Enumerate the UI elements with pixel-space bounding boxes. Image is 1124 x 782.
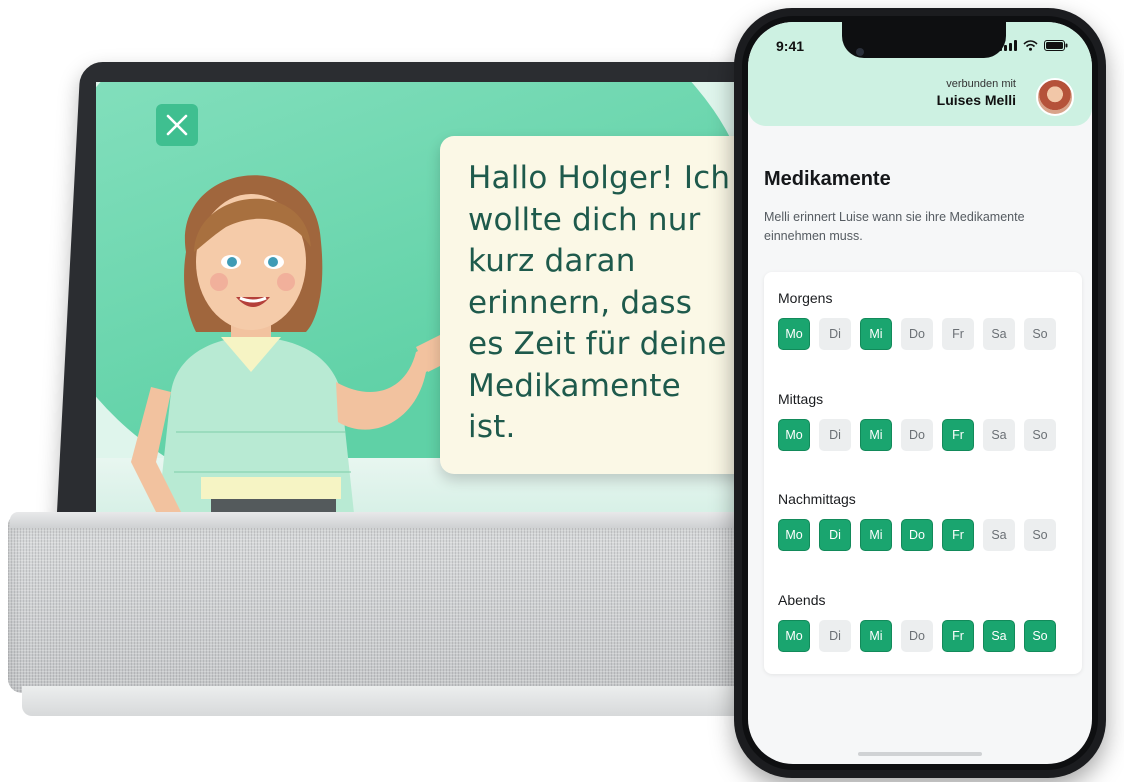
assistant-character [131, 175, 452, 528]
day-toggle-di[interactable]: Di [819, 619, 851, 652]
schedule-slot-nachmittags: Nachmittags Mo Di Mi Do Fr Sa So [778, 485, 1068, 586]
day-toggle-mo[interactable]: Mo [778, 519, 810, 551]
phone: 9:41 verbunden mit Luises Melli Medikame… [734, 8, 1106, 778]
avatar[interactable] [1036, 78, 1074, 116]
page-subtitle: Melli erinnert Luise wann sie ihre Medik… [764, 210, 1025, 243]
page-title: Medikamente [764, 168, 891, 190]
day-row: Mo Di Mi Do Fr Sa So [778, 519, 1068, 551]
speech-text: Hallo Holger! Ich wollte dich nur kurz d… [468, 160, 731, 445]
phone-notch [842, 22, 1006, 58]
connected-info: verbunden mit Luises Melli [937, 78, 1016, 108]
day-toggle-so[interactable]: So [1024, 519, 1056, 551]
schedule-card: Morgens Mo Di Mi Do Fr Sa So Mittags Mo Di Mi Do Fr Sa… [764, 272, 1082, 674]
tablet-screen: Hallo Holger! Ich wollte dich nur kurz d… [96, 82, 756, 528]
day-toggle-do[interactable]: Do [901, 318, 933, 350]
day-toggle-fr[interactable]: Fr [942, 619, 974, 652]
status-bar-icons [999, 40, 1068, 51]
day-toggle-mi[interactable]: Mi [860, 418, 892, 451]
status-time: 9:41 [776, 38, 805, 54]
day-toggle-do[interactable]: Do [901, 519, 933, 551]
day-toggle-so[interactable]: So [1024, 619, 1056, 652]
wifi-icon [1023, 40, 1038, 51]
day-toggle-mi[interactable]: Mi [860, 519, 892, 551]
day-toggle-so[interactable]: So [1024, 318, 1056, 350]
day-toggle-mo[interactable]: Mo [778, 418, 810, 451]
day-toggle-mo[interactable]: Mo [778, 318, 810, 350]
day-row: Mo Di Mi Do Fr Sa So [778, 418, 1068, 451]
phone-bezel: 9:41 verbunden mit Luises Melli Medikame… [742, 16, 1098, 770]
speech-bubble: Hallo Holger! Ich wollte dich nur kurz d… [440, 136, 756, 474]
day-toggle-di[interactable]: Di [819, 519, 851, 551]
speaker-dock-top [10, 512, 776, 528]
speaker-dock [8, 515, 778, 693]
day-toggle-mi[interactable]: Mi [860, 619, 892, 652]
slot-title: Nachmittags [778, 491, 856, 507]
day-toggle-sa[interactable]: Sa [983, 519, 1015, 551]
connected-name: Luises Melli [936, 92, 1016, 108]
day-toggle-di[interactable]: Di [819, 418, 851, 451]
battery-icon [1044, 40, 1068, 51]
connected-label: verbunden mit [946, 78, 1016, 90]
speaker-dock-base [22, 686, 770, 716]
day-toggle-do[interactable]: Do [901, 418, 933, 451]
day-toggle-di[interactable]: Di [819, 318, 851, 350]
day-row: Mo Di Mi Do Fr Sa So [778, 318, 1068, 350]
home-indicator [858, 752, 982, 756]
phone-screen: 9:41 verbunden mit Luises Melli Medikame… [748, 22, 1092, 764]
day-toggle-fr[interactable]: Fr [942, 318, 974, 350]
day-toggle-sa[interactable]: Sa [983, 418, 1015, 451]
slot-title: Mittags [778, 390, 824, 407]
schedule-slot-abends: Abends Mo Di Mi Do Fr Sa So [778, 586, 1068, 687]
day-toggle-sa[interactable]: Sa [983, 318, 1015, 350]
day-toggle-sa[interactable]: Sa [983, 619, 1015, 652]
day-toggle-do[interactable]: Do [901, 619, 933, 652]
slot-title: Abends [778, 591, 826, 608]
schedule-slot-morgens: Morgens Mo Di Mi Do Fr Sa So [778, 284, 1068, 385]
slot-title: Morgens [778, 290, 833, 306]
front-camera-icon [856, 48, 864, 56]
day-toggle-mo[interactable]: Mo [778, 619, 810, 652]
day-toggle-mi[interactable]: Mi [860, 318, 892, 350]
day-toggle-fr[interactable]: Fr [942, 519, 974, 551]
day-toggle-fr[interactable]: Fr [942, 418, 974, 451]
day-row: Mo Di Mi Do Fr Sa So [778, 619, 1068, 652]
schedule-slot-mittags: Mittags Mo Di Mi Do Fr Sa So [778, 385, 1068, 486]
day-toggle-so[interactable]: So [1024, 418, 1056, 451]
